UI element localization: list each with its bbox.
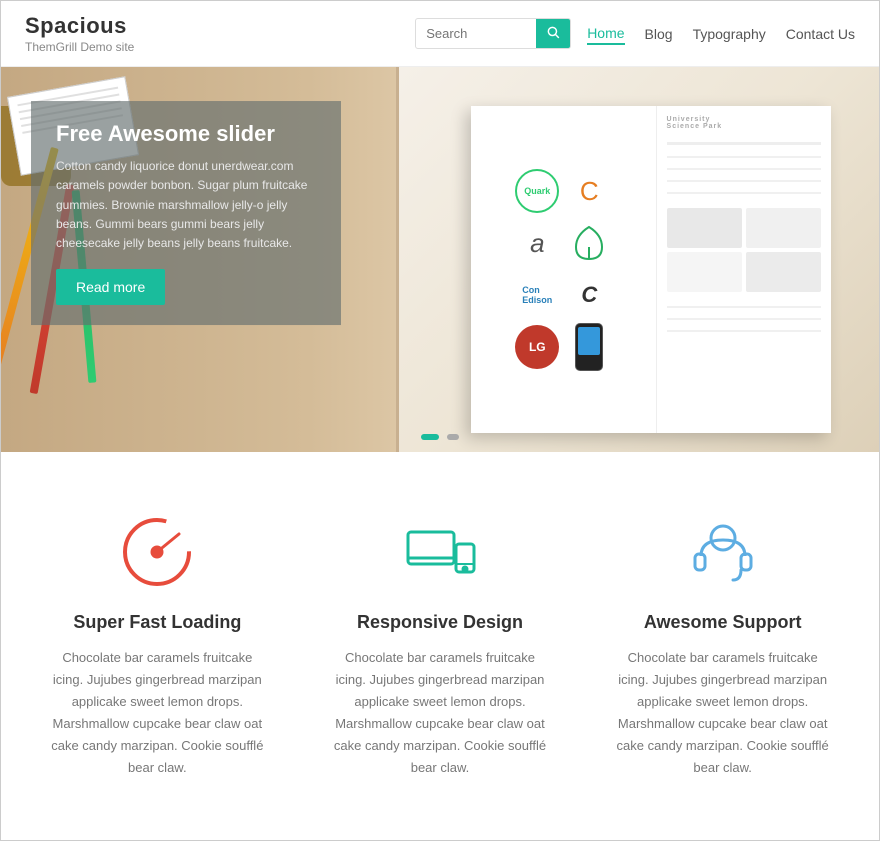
feature-responsive: Responsive Design Chocolate bar caramels… [314,502,567,790]
slider-dots [421,434,459,440]
logo-leaf [567,221,611,265]
book-area: Quark C a ConEdison C LG [396,67,879,452]
search-input[interactable] [416,21,536,46]
read-more-button[interactable]: Read more [56,269,165,305]
hero-background: Quark C a ConEdison C LG [1,67,879,452]
logo-phone [567,325,611,369]
header-right: Home Blog Typography Contact Us [415,18,855,49]
feature-icon-responsive [400,512,480,592]
slider-content: Free Awesome slider Cotton candy liquori… [31,101,341,325]
site-branding: Spacious ThemGrill Demo site [25,13,134,54]
search-button[interactable] [536,19,570,48]
feature-support: Awesome Support Chocolate bar caramels f… [596,502,849,790]
feature-title-support: Awesome Support [616,612,829,633]
feature-icon-speed [117,512,197,592]
nav-item-contact[interactable]: Contact Us [786,24,855,44]
slider-title: Free Awesome slider [56,121,316,147]
feature-title-speed: Super Fast Loading [51,612,264,633]
main-nav: Home Blog Typography Contact Us [587,23,855,45]
nav-item-home[interactable]: Home [587,23,624,45]
feature-desc-responsive: Chocolate bar caramels fruitcake icing. … [334,647,547,780]
site-tagline: ThemGrill Demo site [25,40,134,54]
feature-title-responsive: Responsive Design [334,612,547,633]
book-left-page: Quark C a ConEdison C LG [471,106,656,433]
nav-item-typography[interactable]: Typography [693,24,766,44]
book-right-page: UniversityScience Park [657,106,831,433]
feature-desc-support: Chocolate bar caramels fruitcake icing. … [616,647,829,780]
logo-a: a [515,221,559,265]
feature-desc-speed: Chocolate bar caramels fruitcake icing. … [51,647,264,780]
logo-c-orange: C [567,169,611,213]
feature-icon-support [683,512,763,592]
logo-lg: LG [515,325,559,369]
nav-item-blog[interactable]: Blog [645,24,673,44]
features-section: Super Fast Loading Chocolate bar caramel… [1,452,879,840]
slider-dot-2[interactable] [447,434,459,440]
logo-conedison: ConEdison [515,273,559,317]
slider-description: Cotton candy liquorice donut unerdwear.c… [56,157,316,253]
slider-dot-1[interactable] [421,434,439,440]
feature-speed: Super Fast Loading Chocolate bar caramel… [31,502,284,790]
search-box [415,18,571,49]
book-inner: Quark C a ConEdison C LG [471,106,831,433]
logo-quark: Quark [515,169,559,213]
site-title: Spacious [25,13,134,39]
hero-slider: Quark C a ConEdison C LG [1,67,879,452]
logo-c2: C [567,273,611,317]
site-header: Spacious ThemGrill Demo site Home Blog T… [1,1,879,67]
